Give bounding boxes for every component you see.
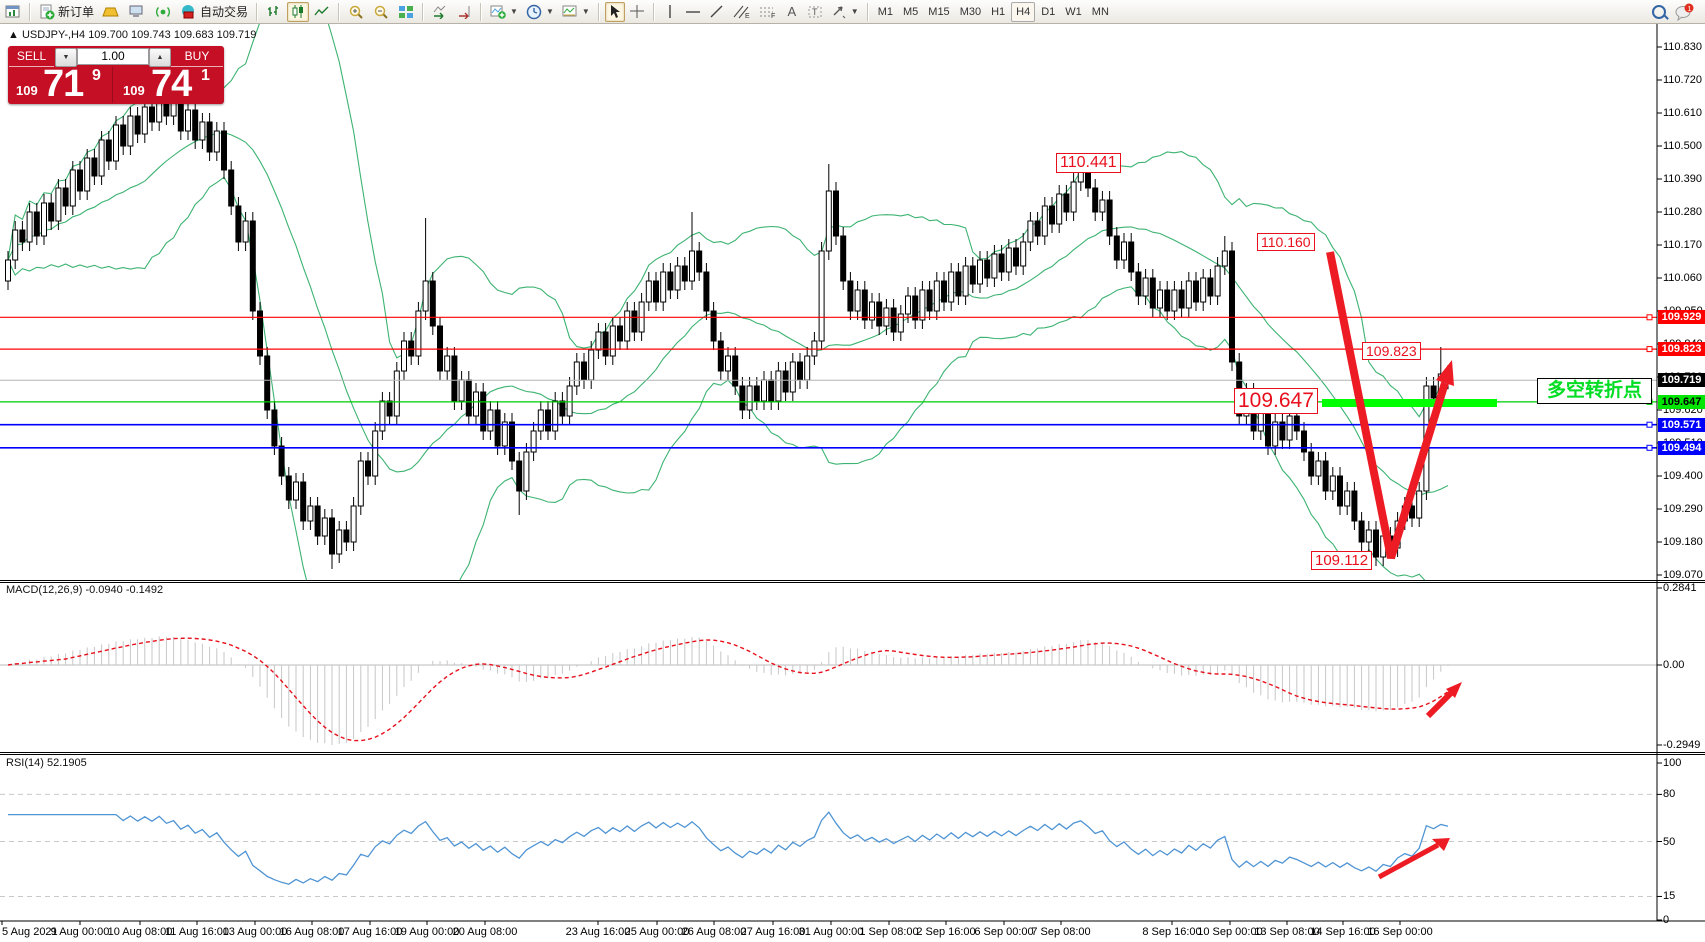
support-zone-line[interactable] xyxy=(1322,399,1497,407)
sell-price-pip: 9 xyxy=(92,67,101,85)
rsi-line xyxy=(8,812,1448,884)
volume-input[interactable]: 1.00 xyxy=(77,48,149,65)
one-click-trading-panel: SELL ▼ 1.00 ▲ BUY 109 71 9 109 74 1 xyxy=(8,46,224,104)
hline-handle[interactable] xyxy=(1647,347,1652,352)
hline-handle[interactable] xyxy=(1647,315,1652,320)
buy-price-pip: 1 xyxy=(201,67,210,85)
hline-handle[interactable] xyxy=(1647,445,1652,450)
macd-pane xyxy=(0,636,1657,745)
rsi-pane xyxy=(0,794,1657,896)
trend-arrow-macd[interactable] xyxy=(1428,693,1451,716)
buy-price-big: 74 xyxy=(151,63,191,106)
buy-price[interactable]: 109 74 1 xyxy=(115,67,223,103)
mt4-window: 新订单 自动交易 xyxy=(0,0,1705,942)
overlay-layer xyxy=(0,24,1705,925)
trend-arrow-rsi[interactable] xyxy=(1379,845,1438,877)
candlesticks xyxy=(6,68,1451,569)
buy-price-handle: 109 xyxy=(123,83,145,98)
sell-price-big: 71 xyxy=(43,63,83,106)
hline-handle[interactable] xyxy=(1647,422,1652,427)
sell-price[interactable]: 109 71 9 xyxy=(10,67,113,103)
sell-price-handle: 109 xyxy=(16,83,38,98)
chart-canvas[interactable] xyxy=(0,0,1705,942)
